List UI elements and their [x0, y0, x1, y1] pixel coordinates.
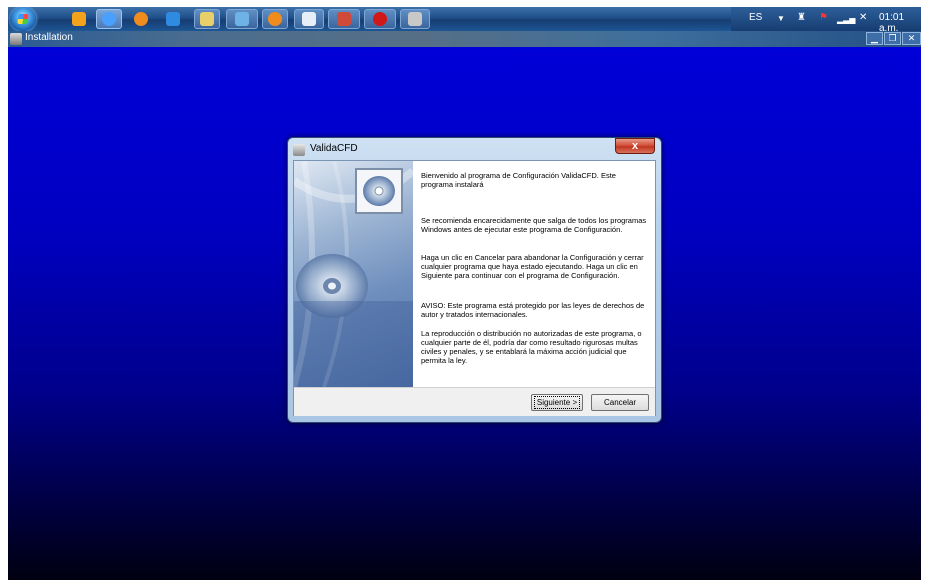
desktop-screen: ES ▼ ♜ ⚑ ▂▃▅ ✕ 01:01 a.m. Installation ▁…: [8, 7, 921, 580]
system-tray: ES ▼ ♜ ⚑ ▂▃▅ ✕ 01:01 a.m.: [731, 7, 921, 34]
window-title: Installation: [25, 32, 73, 43]
instructions-paragraph: Haga un clic en Cancelar para abandonar …: [421, 253, 644, 280]
taskbar: ES ▼ ♜ ⚑ ▂▃▅ ✕ 01:01 a.m.: [8, 7, 921, 34]
installer-icon: [10, 33, 22, 45]
dialog-body: Bienvenido al programa de Configuración …: [293, 160, 656, 416]
list-app-icon: [337, 12, 351, 26]
welcome-paragraph: Bienvenido al programa de Configuración …: [421, 171, 616, 189]
welcome-text-panel: Bienvenido al programa de Configuración …: [413, 161, 655, 387]
language-indicator[interactable]: ES: [749, 12, 762, 23]
taskbar-network[interactable]: [226, 9, 258, 29]
firefox-icon: [134, 12, 148, 26]
taskbar-firefox-2[interactable]: [262, 9, 288, 29]
cd-artwork: [294, 161, 413, 387]
windows-logo-icon: [17, 14, 29, 24]
restore-icon: ❐: [888, 33, 897, 43]
taskbar-media-player[interactable]: [66, 9, 92, 29]
taskbar-list-app[interactable]: [328, 9, 360, 29]
close-icon: x: [631, 140, 639, 152]
installation-title-bar: Installation ▁ ❐ ✕: [8, 31, 921, 47]
chevron-down-icon[interactable]: ▼: [777, 14, 785, 23]
next-button[interactable]: Siguiente >: [531, 394, 583, 411]
network-signal-icon[interactable]: ▂▃▅: [837, 15, 855, 24]
minimize-button[interactable]: ▁: [866, 32, 883, 45]
taskbar-app-blue[interactable]: [160, 9, 186, 29]
taskbar-word[interactable]: [294, 9, 324, 29]
restore-button[interactable]: ❐: [884, 32, 901, 45]
dialog-title-bar: ValidaCFD: [293, 142, 593, 158]
minimize-icon: ▁: [871, 33, 878, 43]
app-blue-icon: [166, 12, 180, 26]
taskbar-folder[interactable]: [194, 9, 220, 29]
start-button[interactable]: [10, 7, 36, 31]
dialog-button-bar: Siguiente > Cancelar: [294, 387, 655, 416]
word-document-icon: [302, 12, 316, 26]
close-icon: ✕: [907, 33, 916, 43]
tray-app-icon[interactable]: ♜: [797, 12, 806, 23]
internet-explorer-icon: [102, 12, 116, 26]
dialog-title: ValidaCFD: [310, 143, 358, 154]
installer-icon: [408, 12, 422, 26]
firefox-icon: [268, 12, 282, 26]
taskbar-installer[interactable]: [400, 9, 430, 29]
volume-muted-icon[interactable]: ✕: [859, 12, 867, 23]
copyright-warning-paragraph: AVISO: Este programa está protegido por …: [421, 301, 645, 319]
taskbar-internet-explorer[interactable]: [96, 9, 122, 29]
media-player-icon: [72, 12, 86, 26]
legal-paragraph: La reproducción o distribución no autori…: [421, 329, 642, 365]
taskbar-opera[interactable]: [364, 9, 396, 29]
network-icon: [235, 12, 249, 26]
cancel-button-label: Cancelar: [603, 398, 636, 407]
validacfd-dialog: ValidaCFD x Bienvenido al programa de Co…: [287, 137, 662, 423]
cd-artwork-graphic: [294, 161, 413, 387]
opera-icon: [373, 12, 387, 26]
recommendation-paragraph: Se recomienda encarecidamente que salga …: [421, 216, 647, 234]
action-center-flag-icon[interactable]: ⚑: [819, 12, 828, 23]
close-window-button[interactable]: ✕: [902, 32, 921, 45]
taskbar-firefox[interactable]: [128, 9, 154, 29]
cancel-button[interactable]: Cancelar: [591, 394, 649, 411]
folder-icon: [200, 12, 214, 26]
next-button-label: Siguiente >: [533, 396, 581, 409]
dialog-close-button[interactable]: x: [615, 138, 655, 154]
installer-icon: [293, 144, 305, 156]
